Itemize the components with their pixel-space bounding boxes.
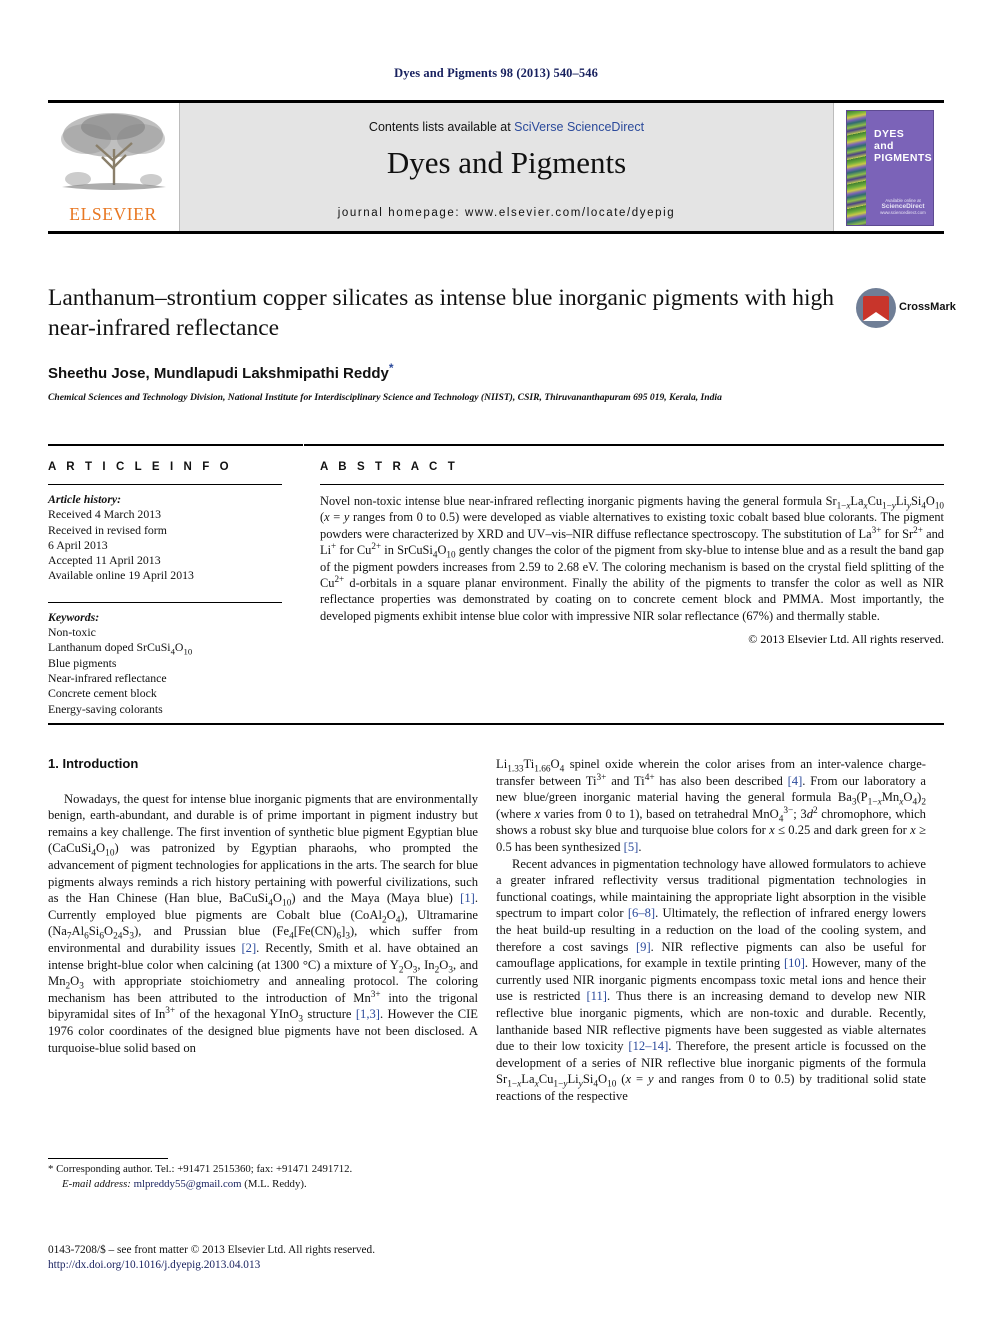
citation-ref-10[interactable]: [10] xyxy=(784,956,805,970)
history-item-1: Received in revised form xyxy=(48,522,167,537)
info-abstract-separator xyxy=(303,444,304,723)
intro-paragraph-right-1: Li1.33Ti1.66O4 spinel oxide wherein the … xyxy=(496,757,926,854)
contents-prefix: Contents lists available at xyxy=(368,120,515,134)
citation-ref-1[interactable]: [1] xyxy=(460,891,475,905)
cover-line-1: DYES xyxy=(874,128,905,140)
crossmark-badge[interactable]: CrossMark xyxy=(856,287,956,331)
citation-ref-9[interactable]: [9] xyxy=(636,940,651,954)
history-item-3: Accepted 11 April 2013 xyxy=(48,553,161,568)
imprint-block: 0143-7208/$ – see front matter © 2013 El… xyxy=(48,1243,508,1274)
body-column-left: 1. Introduction Nowadays, the quest for … xyxy=(48,756,478,1056)
journal-masthead: ELSEVIER Contents lists available at Sci… xyxy=(48,100,944,234)
footnote-divider xyxy=(48,1158,168,1159)
crossmark-icon xyxy=(856,288,896,328)
keyword-item-0: Non-toxic xyxy=(48,625,96,640)
divider-below-abstract xyxy=(48,723,944,725)
sciencedirect-link[interactable]: SciVerse ScienceDirect xyxy=(514,120,644,134)
elsevier-logo-block: ELSEVIER xyxy=(48,103,180,231)
article-info-heading: A R T I C L E I N F O xyxy=(48,461,233,473)
title-block: Lanthanum–strontium copper silicates as … xyxy=(48,283,848,404)
citation-ref-12-14[interactable]: [12–14] xyxy=(628,1039,668,1053)
cover-footer-text: Available online at ScienceDirect www.sc… xyxy=(877,198,929,216)
email-note: E-mail address: mlpreddy55@gmail.com (M.… xyxy=(48,1177,478,1192)
keywords-label: Keywords: xyxy=(48,609,100,624)
keyword-item-5: Energy-saving colorants xyxy=(48,701,163,716)
crossmark-label: CrossMark xyxy=(899,301,956,313)
divider-above-article-info xyxy=(48,444,944,446)
cover-foot-tiny: www.sciencedirect.com xyxy=(880,210,926,215)
abstract-copyright: © 2013 Elsevier Ltd. All rights reserved… xyxy=(748,632,944,647)
article-info-rule xyxy=(48,484,282,485)
contents-available-line: Contents lists available at SciVerse Sci… xyxy=(180,120,833,134)
running-head: Dyes and Pigments 98 (2013) 540–546 xyxy=(394,66,598,80)
keyword-item-1: Lanthanum doped SrCuSi4O10 xyxy=(48,640,193,657)
intro-paragraph-right-2: Recent advances in pigmentation technolo… xyxy=(496,856,926,1103)
crossmark-shield-shape xyxy=(863,296,889,321)
citation-ref-11[interactable]: [11] xyxy=(586,989,607,1003)
paper-page: Dyes and Pigments 98 (2013) 540–546 ELSE… xyxy=(0,0,992,1323)
elsevier-wordmark: ELSEVIER xyxy=(69,204,157,224)
cover-title-text: DYES and PIGMENTS xyxy=(874,128,932,164)
abstract-rule xyxy=(320,484,944,485)
doi-link[interactable]: http://dx.doi.org/10.1016/j.dyepig.2013.… xyxy=(48,1258,508,1273)
issn-front-matter: 0143-7208/$ – see front matter © 2013 El… xyxy=(48,1244,376,1256)
section-heading-introduction: 1. Introduction xyxy=(48,756,139,771)
intro-paragraph-left: Nowadays, the quest for intense blue ino… xyxy=(48,791,479,1055)
journal-cover-image: DYES and PIGMENTS Available online at Sc… xyxy=(846,110,934,226)
abstract-section: A B S T R A C T Novel non-toxic intense … xyxy=(320,461,944,647)
email-label: E-mail address: xyxy=(62,1177,131,1190)
cover-art-strip xyxy=(847,111,866,225)
footnote-block: * Corresponding author. Tel.: +91471 251… xyxy=(48,1162,478,1191)
article-info-section: A R T I C L E I N F O Article history: R… xyxy=(48,461,282,717)
elsevier-tree-icon xyxy=(61,113,166,190)
page-title: Lanthanum–strontium copper silicates as … xyxy=(48,285,835,341)
cover-line-2: and xyxy=(874,140,894,152)
journal-cover-block: DYES and PIGMENTS Available online at Sc… xyxy=(833,103,944,231)
corresponding-author-note: * Corresponding author. Tel.: +91471 251… xyxy=(48,1163,353,1175)
journal-homepage-link[interactable]: journal homepage: www.elsevier.com/locat… xyxy=(180,207,833,219)
citation-ref-2[interactable]: [2] xyxy=(241,941,256,955)
cover-line-3: PIGMENTS xyxy=(874,152,933,164)
author-list: Sheethu Jose, Mundlapudi Lakshmipathi Re… xyxy=(48,361,848,382)
citation-ref-4[interactable]: [4] xyxy=(788,774,803,788)
corresponding-author-marker: * xyxy=(388,361,394,375)
affiliation: Chemical Sciences and Technology Divisio… xyxy=(48,392,722,403)
email-suffix: (M.L. Reddy). xyxy=(244,1177,307,1190)
abstract-heading: A B S T R A C T xyxy=(320,461,459,473)
history-item-2: 6 April 2013 xyxy=(48,537,108,552)
email-address-link[interactable]: mlpreddy55@gmail.com xyxy=(134,1178,242,1190)
keyword-item-4: Concrete cement block xyxy=(48,686,157,701)
body-column-right: Li1.33Ti1.66O4 spinel oxide wherein the … xyxy=(496,756,926,1104)
history-item-0: Received 4 March 2013 xyxy=(48,507,162,522)
keywords-rule xyxy=(48,601,282,603)
abstract-text: Novel non-toxic intense blue near-infrar… xyxy=(320,494,944,623)
citation-ref-6-8[interactable]: [6–8] xyxy=(628,906,655,920)
author-names: Sheethu Jose, Mundlapudi Lakshmipathi Re… xyxy=(48,365,389,382)
journal-title: Dyes and Pigments xyxy=(386,145,627,180)
citation-ref-5[interactable]: [5] xyxy=(624,840,639,854)
keywords-block: Keywords: Non-toxic Lanthanum doped SrCu… xyxy=(48,610,282,717)
history-item-4: Available online 19 April 2013 xyxy=(48,568,194,583)
article-history-block: Article history: Received 4 March 2013 R… xyxy=(48,492,282,584)
keyword-item-2: Blue pigments xyxy=(48,655,117,670)
masthead-center: Contents lists available at SciVerse Sci… xyxy=(180,103,833,231)
citation-ref-1-3[interactable]: [1,3] xyxy=(356,1007,380,1021)
keyword-item-3: Near-infrared reflectance xyxy=(48,670,167,685)
article-history-label: Article history: xyxy=(48,492,122,506)
